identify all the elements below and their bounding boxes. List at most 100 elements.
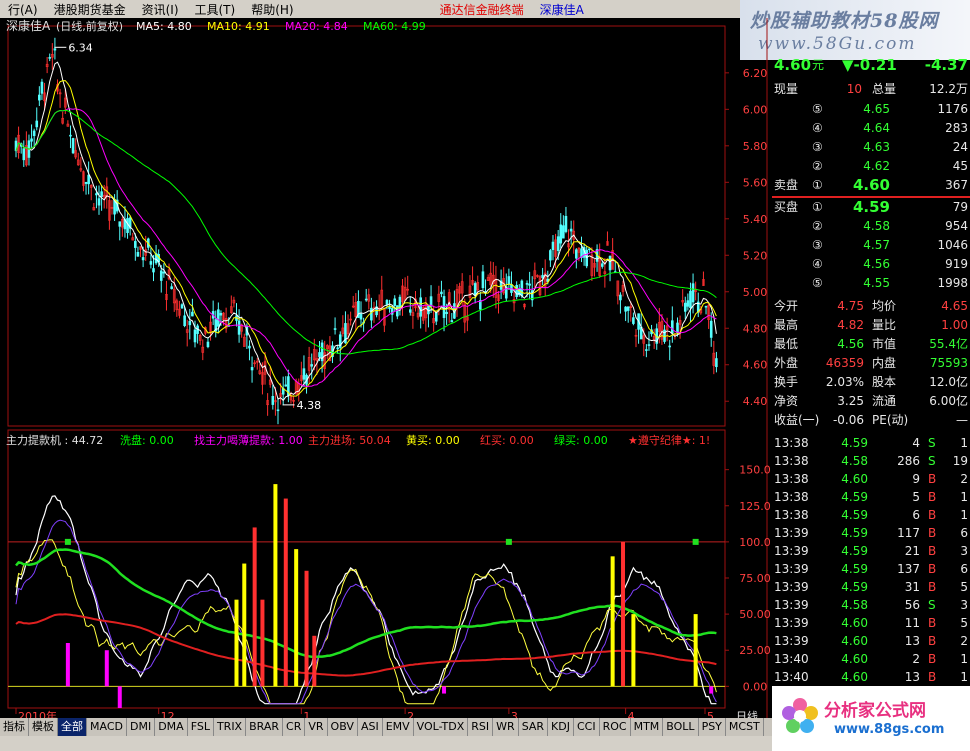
tab-sar[interactable]: SAR (519, 718, 549, 736)
menu-item-1[interactable]: 港股期货基金 (46, 1, 134, 18)
price-tick-label: 4.80 (743, 322, 768, 335)
candle-body (35, 120, 39, 128)
price-tick-label: 4.40 (743, 395, 768, 408)
tab-kdj[interactable]: KDJ (548, 718, 574, 736)
ask-level-5: ⑤ 4.65 1176 (812, 102, 968, 116)
tab-psy[interactable]: PSY (699, 718, 726, 736)
candle-body (541, 274, 544, 278)
indicator-legend-5: 红买: 0.00 (480, 434, 534, 447)
price-tick-label: 4.60 (743, 359, 768, 372)
tab-指标[interactable]: 指标 (0, 718, 29, 736)
kline-frame (7, 25, 726, 427)
tab-boll[interactable]: BOLL (663, 718, 699, 736)
watermark-line1: 炒股辅助教材58股网 (750, 10, 939, 32)
bid-level-1: 买盘 ① 4.59 79 (774, 198, 968, 216)
tab-obv[interactable]: OBV (328, 718, 358, 736)
ma-line-10 (15, 80, 717, 397)
tab-roc[interactable]: ROC (600, 718, 631, 736)
candle-body (409, 309, 412, 313)
ind-tick-label: 125.0 (739, 500, 771, 513)
candle-body (528, 283, 531, 286)
candle-body (364, 298, 368, 301)
candles (14, 37, 718, 425)
chart-area[interactable]: 深康佳A (日线,前复权) MA5: 4.80 MA10: 4.91 MA20: 4.8… (0, 18, 772, 718)
tab-模板[interactable]: 模板 (29, 718, 58, 736)
price-tick-label: 5.80 (743, 140, 768, 153)
candle-body (562, 225, 565, 239)
candle-body (87, 174, 90, 185)
tick-row-13: 13:40 4.60 13 B 1 (774, 670, 968, 684)
stat-row-5: 净资 3.25 流通 6.00亿 (774, 394, 968, 408)
candle-body (676, 322, 679, 334)
stat-row-1: 最高 4.82 量比 1.00 (774, 318, 968, 332)
tab-emv[interactable]: EMV (383, 718, 414, 736)
tick-row-12: 13:40 4.60 2 B 1 (774, 652, 968, 666)
candle-body (302, 368, 306, 380)
tab-dmi[interactable]: DMI (127, 718, 156, 736)
tab-dma[interactable]: DMA (155, 718, 188, 736)
tab-macd[interactable]: MACD (87, 718, 127, 736)
menu-item-0[interactable]: 行(A) (0, 1, 46, 18)
candle-body (709, 320, 713, 338)
signal-bar-6 (260, 599, 265, 687)
candle-body (250, 367, 254, 371)
candle-body (336, 347, 339, 350)
tab-mcst[interactable]: MCST (726, 718, 764, 736)
x-label-2: 1 (303, 710, 310, 718)
stat-row-2: 最低 4.56 市值 55.4亿 (774, 337, 968, 351)
x-label-0: 2010年 (18, 709, 57, 718)
signal-bar-2 (117, 686, 122, 708)
indicator-legend-6: 绿买: 0.00 (554, 433, 608, 447)
candle-body (100, 191, 103, 197)
tab-fsl[interactable]: FSL (188, 718, 214, 736)
candle-body (318, 352, 321, 358)
candle-body (206, 341, 210, 348)
candle-body (188, 320, 192, 326)
candle-body (686, 300, 690, 307)
menu-item-4[interactable]: 帮助(H) (243, 1, 301, 18)
tab-mtm[interactable]: MTM (631, 718, 664, 736)
tab-wr[interactable]: WR (493, 718, 519, 736)
ask-level-1: 卖盘 ① 4.60 367 (774, 176, 968, 194)
signal-bar-1 (104, 650, 109, 687)
tab-brar[interactable]: BRAR (246, 718, 284, 736)
tab-vol-tdx[interactable]: VOL-TDX (414, 718, 469, 736)
menu-stock-name: 深康佳A (539, 2, 584, 17)
menu-item-3[interactable]: 工具(T) (187, 1, 244, 18)
tab-cci[interactable]: CCI (574, 718, 600, 736)
tab-cr[interactable]: CR (283, 718, 306, 736)
site-logo: 分析家公式网 www.88gs.com (772, 686, 970, 751)
candle-body (442, 296, 446, 318)
high-label: 6.34 (68, 41, 93, 54)
candle-body (271, 396, 275, 405)
candle-body (136, 252, 140, 257)
candle-body (587, 248, 591, 251)
candle-body (191, 311, 194, 317)
tick-row-5: 13:39 4.59 117 B 6 (774, 526, 968, 540)
x-label-5: 4 (628, 710, 635, 718)
tab-vr[interactable]: VR (305, 718, 328, 736)
tab-asi[interactable]: ASI (358, 718, 383, 736)
signal-bar-15 (631, 614, 636, 687)
ma-label-3: MA60: 4.99 (363, 20, 426, 33)
tick-row-9: 13:39 4.58 56 S 3 (774, 598, 968, 612)
price-tick-label: 5.40 (743, 213, 768, 226)
indicator-legend-0: 主力提款机 : 44.72 (6, 433, 103, 447)
tab-rsi[interactable]: RSI (468, 718, 494, 736)
candle-body (626, 306, 630, 311)
candle-body (663, 329, 666, 342)
tab-全部[interactable]: 全部 (58, 718, 87, 736)
ask-level-2: ② 4.62 45 (812, 159, 968, 173)
indicator-legend-2: 找主力喝薄提款: 1.00 (194, 433, 303, 447)
tab-trix[interactable]: TRIX (214, 718, 247, 736)
signal-bar-14 (621, 541, 626, 687)
candle-body (149, 261, 153, 265)
candle-body (276, 409, 280, 412)
candle-body (118, 221, 122, 227)
candle-body (40, 81, 44, 94)
candle-body (370, 307, 373, 321)
menu-item-2[interactable]: 资讯(I) (134, 1, 187, 18)
candle-body (683, 302, 687, 312)
tick-row-6: 13:39 4.59 21 B 3 (774, 544, 968, 558)
signal-bar-17 (709, 686, 714, 694)
